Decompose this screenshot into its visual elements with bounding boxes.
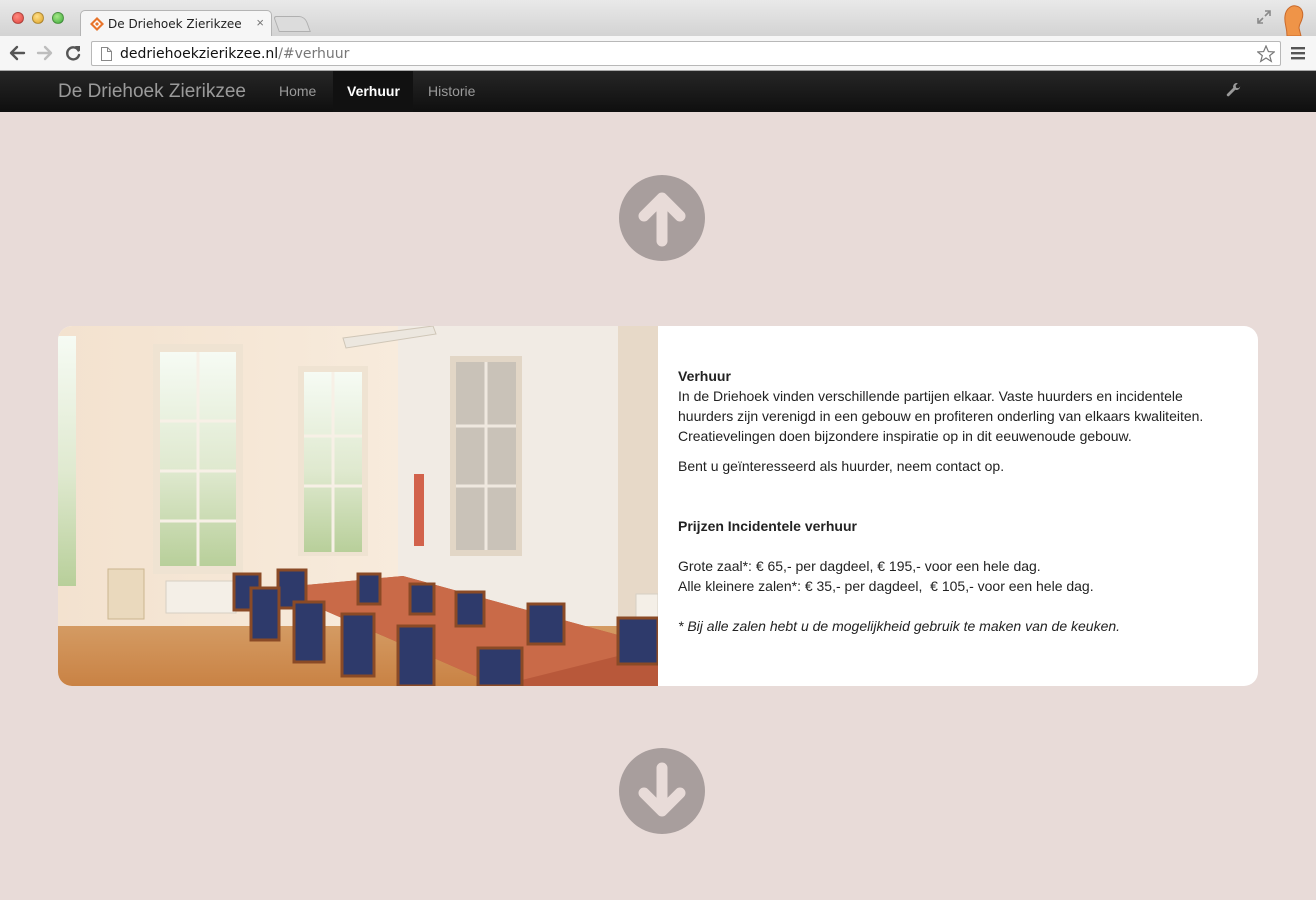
nav-item-home[interactable]: Home [265,71,330,112]
window-minimize-button[interactable] [32,12,44,24]
forward-arrow-icon[interactable] [36,44,54,62]
arrow-up-circle-icon[interactable] [619,175,705,261]
back-arrow-icon[interactable] [8,44,26,62]
profile-avatar-icon[interactable] [1281,4,1305,36]
window-zoom-button[interactable] [52,12,64,24]
site-favicon-icon [90,17,104,31]
meeting-room-photo [58,326,658,686]
bookmark-star-icon[interactable] [1257,45,1275,63]
address-bar[interactable]: dedriehoekzierikzee.nl/#verhuur [91,41,1281,66]
new-tab-button[interactable] [273,16,311,32]
url-text: dedriehoekzierikzee.nl/#verhuur [120,46,350,62]
section-heading: Verhuur [678,368,731,384]
verhuur-text: Verhuur In de Driehoek vinden verschille… [678,366,1238,636]
price-small-halls: Alle kleinere zalen*: € 35,- per dagdeel… [678,578,1094,594]
tab-close-icon[interactable]: × [256,15,264,31]
wrench-icon[interactable] [1226,83,1242,99]
verhuur-card: Verhuur In de Driehoek vinden verschille… [58,326,1258,686]
prices-heading: Prijzen Incidentele verhuur [678,518,857,534]
browser-title-bar: De Driehoek Zierikzee × [0,0,1316,37]
window-close-button[interactable] [12,12,24,24]
arrow-down-circle-icon[interactable] [619,748,705,834]
nav-item-historie[interactable]: Historie [414,71,489,112]
price-large-hall: Grote zaal*: € 65,- per dagdeel, € 195,-… [678,558,1041,574]
intro-paragraph: In de Driehoek vinden verschillende part… [678,388,1204,444]
page-icon [101,47,112,61]
browser-tab[interactable]: De Driehoek Zierikzee × [80,10,272,37]
site-navbar: De Driehoek Zierikzee Home Verhuur Histo… [0,71,1316,112]
browser-menu-icon[interactable] [1291,46,1305,60]
kitchen-footnote: * Bij alle zalen hebt u de mogelijkheid … [678,618,1121,634]
tab-title: De Driehoek Zierikzee [108,17,242,31]
fullscreen-icon[interactable] [1256,9,1272,25]
contact-paragraph: Bent u geïnteresseerd als huurder, neem … [678,458,1005,474]
browser-toolbar: dedriehoekzierikzee.nl/#verhuur [0,36,1316,71]
nav-item-verhuur[interactable]: Verhuur [333,71,413,112]
site-brand[interactable]: De Driehoek Zierikzee [58,81,246,103]
reload-icon[interactable] [64,44,82,62]
